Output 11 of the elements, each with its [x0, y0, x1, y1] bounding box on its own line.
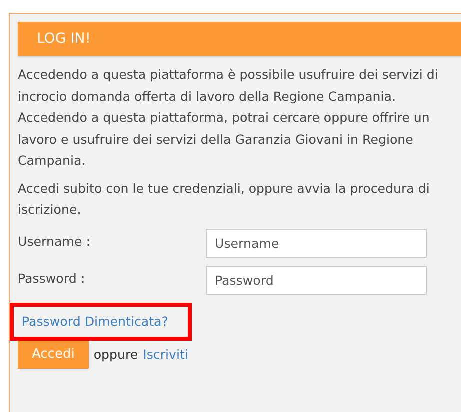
- register-link[interactable]: Iscriviti: [143, 344, 188, 366]
- input-field[interactable]: Password: [206, 266, 427, 294]
- intro-text: Accedi subito con le tue credenziali, oppure avvia la procedura di iscrizione.: [18, 180, 431, 219]
- intro-text: Accedendo a questa piattaforma è possibile usufruire dei servizi di incrocio domanda offerta di lavoro della Regione Campania. Accedendo a questa piattaforma, potrai cercare oppure offrire un lavoro e usufruire dei servizi della Garanzia Giovani in Regione Campania.: [18, 66, 440, 170]
- field-label: Username :: [18, 232, 92, 250]
- separator-text: oppure: [94, 346, 138, 364]
- panel-header: LOG IN!: [18, 22, 461, 56]
- forgot-password-link[interactable]: Password Dimenticata?: [22, 310, 168, 332]
- input-field[interactable]: Username: [206, 228, 427, 258]
- field-label: Password :: [18, 270, 86, 288]
- login-button[interactable]: Accedi: [18, 340, 89, 368]
